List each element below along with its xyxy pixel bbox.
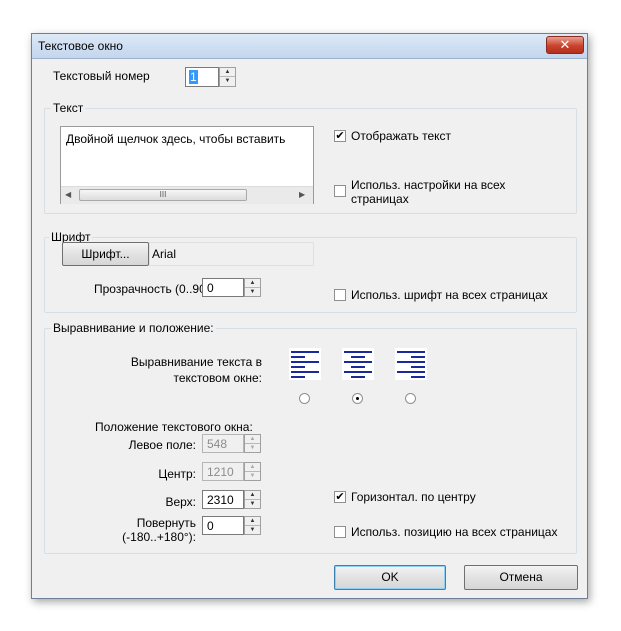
left-margin-spinner[interactable]: ▲ ▼ xyxy=(244,434,261,453)
show-text-checkbox[interactable]: ✔ xyxy=(334,130,346,142)
use-position-all-pages-checkbox[interactable] xyxy=(334,526,346,538)
transparency-spinner[interactable]: ▲ ▼ xyxy=(244,278,261,297)
font-name-field: Arial xyxy=(149,242,314,266)
scroll-left-icon[interactable]: ◀ xyxy=(65,190,71,199)
text-alignment-label-line2: текстовом окне: xyxy=(173,371,262,385)
alignment-group-title: Выравнивание и положение: xyxy=(51,321,216,335)
align-right-icon[interactable] xyxy=(395,348,427,380)
transparency-value: 0 xyxy=(207,281,214,295)
text-group-title: Текст xyxy=(51,101,86,115)
use-settings-all-pages-label: Использ. настройки на всех страницах xyxy=(351,178,506,206)
use-font-all-pages-checkbox[interactable] xyxy=(334,289,346,301)
text-number-label: Текстовый номер xyxy=(53,69,150,83)
align-left-radio[interactable] xyxy=(299,393,310,404)
spin-up-icon[interactable]: ▲ xyxy=(245,491,260,500)
text-number-spinner[interactable]: ▲ ▼ xyxy=(219,67,236,87)
close-button[interactable]: ✕ xyxy=(546,36,584,54)
spin-up-icon[interactable]: ▲ xyxy=(220,68,235,77)
left-margin-label: Левое поле: xyxy=(128,438,196,452)
horizontal-center-checkbox[interactable]: ✔ xyxy=(334,491,346,503)
spin-down-icon[interactable]: ▼ xyxy=(245,444,260,453)
spin-down-icon[interactable]: ▼ xyxy=(245,526,260,535)
transparency-label: Прозрачность (0..90): xyxy=(94,282,214,296)
top-spinner[interactable]: ▲ ▼ xyxy=(244,490,261,509)
spin-up-icon[interactable]: ▲ xyxy=(245,463,260,472)
rotate-label-line1: Повернуть xyxy=(136,516,196,530)
title-bar[interactable]: Текстовое окно ✕ xyxy=(32,34,587,59)
center-spinner[interactable]: ▲ ▼ xyxy=(244,462,261,481)
font-name-value: Arial xyxy=(152,247,177,261)
horizontal-center-label: Горизонтал. по центру xyxy=(351,490,476,504)
rotate-input[interactable]: 0 xyxy=(202,516,244,535)
text-alignment-label-line1: Выравнивание текста в xyxy=(130,355,262,369)
use-settings-all-pages-checkbox[interactable] xyxy=(334,185,346,197)
spin-up-icon[interactable]: ▲ xyxy=(245,279,260,288)
scroll-thumb[interactable]: III xyxy=(79,189,247,201)
use-font-all-pages-label: Использ. шрифт на всех страницах xyxy=(351,288,548,302)
center-value: 1210 xyxy=(207,465,234,479)
transparency-input[interactable]: 0 xyxy=(202,278,244,297)
align-center-icon[interactable] xyxy=(342,348,374,380)
left-margin-value: 548 xyxy=(207,437,228,451)
left-margin-input[interactable]: 548 xyxy=(202,434,244,453)
window-title: Текстовое окно xyxy=(38,39,123,53)
top-value: 2310 xyxy=(207,493,234,507)
align-right-radio[interactable] xyxy=(405,393,416,404)
cancel-button[interactable]: Отмена xyxy=(464,565,578,590)
center-input[interactable]: 1210 xyxy=(202,462,244,481)
horizontal-scrollbar[interactable]: ◀ III ▶ xyxy=(61,186,313,204)
top-input[interactable]: 2310 xyxy=(202,490,244,509)
spin-down-icon[interactable]: ▼ xyxy=(245,500,260,509)
use-position-all-pages-label: Использ. позицию на всех страницах xyxy=(351,525,558,539)
text-number-value: 1 xyxy=(189,70,198,84)
position-label: Положение текстового окна: xyxy=(95,420,253,434)
spin-down-icon[interactable]: ▼ xyxy=(220,77,235,86)
show-text-label: Отображать текст xyxy=(351,129,452,143)
top-label: Верх: xyxy=(165,495,196,509)
text-content-area[interactable]: Двойной щелчок здесь, чтобы вставить ◀ I… xyxy=(60,126,314,204)
rotate-value: 0 xyxy=(207,519,214,533)
spin-up-icon[interactable]: ▲ xyxy=(245,435,260,444)
rotate-spinner[interactable]: ▲ ▼ xyxy=(244,516,261,535)
dialog-window: Текстовое окно ✕ Текстовый номер 1 ▲ ▼ Т… xyxy=(31,33,588,599)
align-center-radio[interactable] xyxy=(352,393,363,404)
ok-button[interactable]: OK xyxy=(334,565,446,590)
center-label: Центр: xyxy=(158,467,196,481)
scroll-right-icon[interactable]: ▶ xyxy=(299,190,305,199)
spin-down-icon[interactable]: ▼ xyxy=(245,288,260,297)
spin-up-icon[interactable]: ▲ xyxy=(245,517,260,526)
font-button[interactable]: Шрифт... xyxy=(62,242,149,266)
rotate-label-line2: (-180..+180°): xyxy=(122,530,196,544)
text-number-input[interactable]: 1 xyxy=(185,67,219,87)
align-left-icon[interactable] xyxy=(289,348,321,380)
spin-down-icon[interactable]: ▼ xyxy=(245,472,260,481)
text-content-value: Двойной щелчок здесь, чтобы вставить xyxy=(66,132,286,146)
